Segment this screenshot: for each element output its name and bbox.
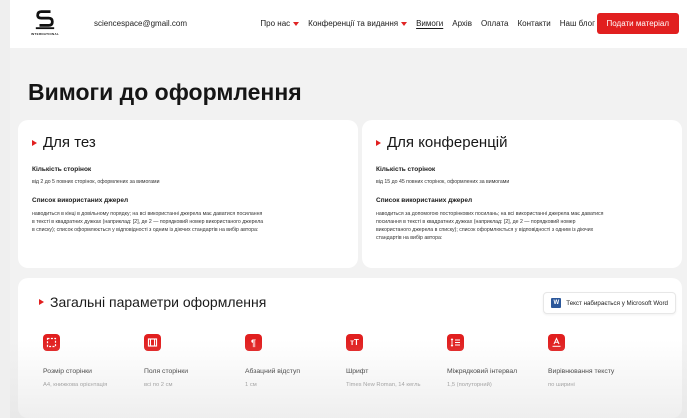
bullet-arrow-icon: [39, 299, 44, 305]
nav-item-archive[interactable]: Архів: [452, 19, 472, 28]
logo[interactable]: INTERNATIONAL: [22, 8, 68, 42]
site-header: INTERNATIONAL sciencespace@gmail.com Про…: [10, 0, 687, 48]
main-nav: Про нас Конференції та видання Вимоги Ар…: [260, 19, 595, 28]
pages-heading: Кількість сторінок: [32, 166, 92, 173]
params-list: Розмір сторінки А4, книжкова орієнтація …: [43, 334, 649, 414]
microsoft-word-icon: W: [551, 298, 562, 308]
section-title: Загальні параметри оформлення: [50, 294, 267, 310]
nav-item-contacts[interactable]: Контакти: [518, 19, 551, 28]
font-icon: тT: [346, 334, 363, 351]
line-spacing-icon: [447, 334, 464, 351]
contact-email[interactable]: sciencespace@gmail.com: [94, 19, 187, 28]
logo-mark-icon: [35, 10, 55, 30]
sources-heading: Список використаних джерел: [376, 197, 473, 204]
sources-line: посилання в тексті в квадратних дужках (…: [376, 219, 576, 225]
nav-item-label: Контакти: [517, 19, 551, 28]
param-value: Times New Roman, 14 кегль: [346, 382, 421, 388]
logo-text: INTERNATIONAL: [30, 32, 60, 36]
param-page-size: Розмір сторінки А4, книжкова орієнтація: [43, 334, 144, 414]
sources-line: використаного джерела в списку); список …: [376, 227, 594, 233]
param-value: по ширині: [548, 382, 575, 388]
nav-item-label: Наш блог: [559, 19, 595, 28]
nav-item-label: Конференції та видання: [308, 19, 399, 28]
card-title: Для конференцій: [387, 134, 508, 151]
chevron-down-icon: [401, 21, 408, 26]
submit-material-button[interactable]: Подати матеріал: [596, 13, 679, 34]
word-badge: W Текст набирається у Microsoft Word: [543, 292, 676, 314]
chevron-down-icon: [293, 21, 300, 26]
paragraph-icon: ¶: [245, 334, 262, 351]
nav-item-requirements[interactable]: Вимоги: [416, 19, 443, 28]
general-params-card: Загальні параметри оформлення W Текст на…: [18, 278, 682, 418]
param-name: Розмір сторінки: [43, 368, 92, 375]
text-align-icon: [548, 334, 565, 351]
page-size-icon: [43, 334, 60, 351]
sources-heading: Список використаних джерел: [32, 197, 129, 204]
param-value: 1 см: [245, 382, 257, 388]
bullet-arrow-icon: [32, 139, 37, 146]
pages-text: від 2 до 5 повних сторінок, оформлених з…: [32, 179, 160, 185]
param-name: Шрифт: [346, 368, 369, 375]
nav-item-label: Про нас: [260, 19, 291, 28]
page-title: Вимоги до оформлення: [28, 79, 302, 105]
param-text-align: Вирівнювання тексту по ширині: [548, 334, 649, 414]
param-name: Поля сторінки: [144, 368, 189, 375]
card-title: Для тез: [43, 134, 96, 151]
param-name: Абзацний відступ: [245, 368, 301, 375]
sources-line: стандартів на вибір автора:: [376, 235, 443, 241]
nav-item-blog[interactable]: Наш блог: [560, 19, 595, 28]
nav-item-conferences[interactable]: Конференції та видання: [308, 19, 408, 28]
param-margins: Поля сторінки всі по 2 см: [144, 334, 245, 414]
param-name: Вирівнювання тексту: [548, 368, 615, 375]
nav-item-label: Оплата: [480, 19, 509, 28]
thesis-card: Для тез Кількість сторінок від 2 до 5 по…: [18, 120, 358, 268]
pages-text: від 15 до 45 повних сторінок, оформлених…: [376, 179, 510, 185]
sources-line: в списку); список оформлюється у відпові…: [32, 227, 259, 233]
conferences-card: Для конференцій Кількість сторінок від 1…: [362, 120, 682, 268]
param-value: 1,5 (полуторний): [447, 382, 492, 388]
margins-icon: [144, 334, 161, 351]
bullet-arrow-icon: [376, 139, 381, 146]
nav-item-label: Архів: [452, 19, 472, 28]
param-indent: ¶ Абзацний відступ 1 см: [245, 334, 346, 414]
nav-item-label: Вимоги: [416, 19, 444, 28]
sources-line: наводиться в кінці в довільному порядку;…: [32, 211, 263, 217]
word-badge-label: Текст набирається у Microsoft Word: [566, 299, 668, 307]
nav-item-payment[interactable]: Оплата: [481, 19, 509, 28]
page-frame: INTERNATIONAL sciencespace@gmail.com Про…: [10, 0, 687, 418]
param-value: А4, книжкова орієнтація: [43, 382, 108, 388]
nav-item-about[interactable]: Про нас: [260, 19, 300, 28]
param-value: всі по 2 см: [144, 382, 173, 388]
param-line-spacing: Міжрядковий інтервал 1,5 (полуторний): [447, 334, 548, 414]
pages-heading: Кількість сторінок: [376, 166, 436, 173]
sources-line: наводиться за допомогою посторінкових по…: [376, 211, 604, 217]
sources-line: в тексті в квадратних дужках (наприклад:…: [32, 219, 264, 225]
param-font: тT Шрифт Times New Roman, 14 кегль: [346, 334, 447, 414]
param-name: Міжрядковий інтервал: [447, 368, 518, 375]
